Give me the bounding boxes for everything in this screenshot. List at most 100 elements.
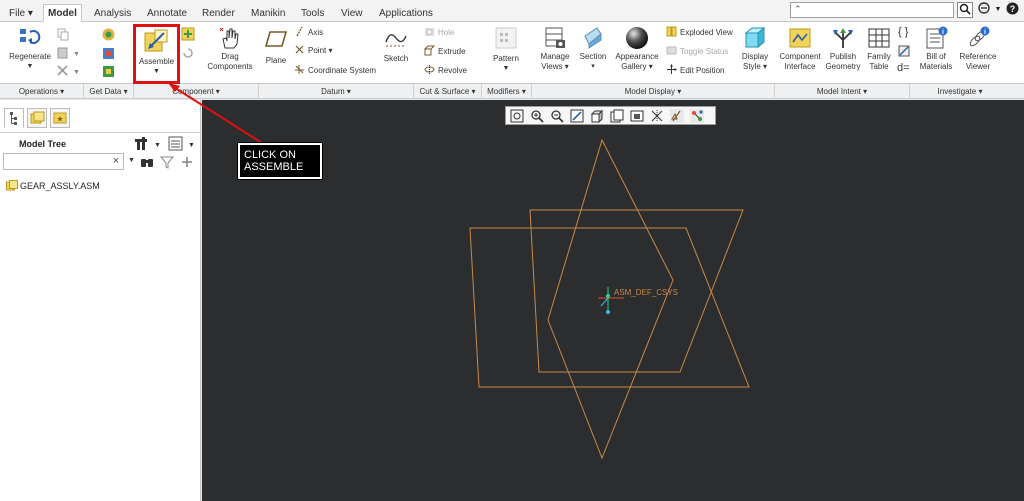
tab-tools[interactable]: Tools <box>296 4 329 22</box>
search-options-dropdown-icon[interactable]: ▼ <box>128 157 135 164</box>
view-manager-icon[interactable] <box>630 109 644 123</box>
assemble-dropdown-icon[interactable]: ▼ <box>136 67 177 77</box>
clear-icon[interactable]: × <box>113 155 119 167</box>
component-interface-icon <box>788 26 812 50</box>
copy-icon[interactable] <box>56 27 70 41</box>
repeat-icon[interactable] <box>181 46 195 60</box>
tree-item-root-assembly[interactable]: GEAR_ASSLY.ASM <box>6 180 100 191</box>
group-component[interactable]: Component ▾ <box>134 84 259 99</box>
filter-icon[interactable] <box>159 155 175 169</box>
tab-analysis[interactable]: Analysis <box>89 4 136 22</box>
model-tree-search[interactable]: × <box>3 153 124 170</box>
binoculars-icon[interactable] <box>140 155 154 169</box>
manage-views-button[interactable]: Manage Views ▾ <box>537 26 573 72</box>
paste-icon[interactable]: ▼ <box>56 46 80 60</box>
svg-text:▼: ▼ <box>73 69 80 76</box>
hand-icon <box>218 26 242 50</box>
tab-applications[interactable]: Applications <box>374 4 438 22</box>
tab-view[interactable]: View <box>336 4 368 22</box>
tab-favorites[interactable]: ★ <box>50 108 70 128</box>
callout-line-2: ASSEMBLE <box>244 161 304 173</box>
refit-icon[interactable] <box>510 109 524 123</box>
toggle-status-button[interactable]: Toggle Status <box>666 45 728 58</box>
display-style-icon[interactable] <box>590 109 604 124</box>
plane-button[interactable]: Plane <box>262 26 290 66</box>
hole-button[interactable]: Hole <box>424 26 454 39</box>
sketch-button[interactable]: Sketch <box>381 26 411 64</box>
axis-button[interactable]: Axis <box>294 26 323 39</box>
instruction-callout: CLICK ON ASSEMBLE <box>237 142 323 180</box>
group-model-display[interactable]: Model Display ▾ <box>532 84 775 99</box>
appearance-sphere-icon <box>625 26 649 50</box>
tab-annotate[interactable]: Annotate <box>142 4 192 22</box>
pattern-button[interactable]: Pattern ▼ <box>488 26 524 74</box>
help-icon[interactable]: ? <box>1004 2 1020 18</box>
tab-model[interactable]: Model <box>43 4 82 22</box>
parameters-icon[interactable]: { } <box>898 26 908 38</box>
tab-file[interactable]: File ▾ <box>4 4 38 22</box>
show-icon[interactable]: ▼ <box>134 136 161 152</box>
tab-manikin[interactable]: Manikin <box>246 4 290 22</box>
exploded-view-button[interactable]: Exploded View <box>666 26 733 39</box>
tab-render[interactable]: Render <box>197 4 240 22</box>
drag-components-label-2: Components <box>207 62 253 71</box>
family-table-button[interactable]: Family Table <box>864 26 894 72</box>
display-style-button[interactable]: Display Style ▾ <box>738 26 772 72</box>
zoom-out-icon[interactable] <box>550 109 564 123</box>
settings-menu-icon[interactable]: ▼ <box>168 136 196 152</box>
graphics-viewport[interactable]: ASM_DEF_CSYS <box>202 100 1024 501</box>
reference-viewer-button[interactable]: i Reference Viewer <box>956 26 1000 72</box>
axis-icon <box>294 26 305 37</box>
group-model-intent[interactable]: Model Intent ▾ <box>775 84 910 99</box>
group-operations[interactable]: Operations ▾ <box>0 84 84 99</box>
revolve-button[interactable]: Revolve <box>424 64 467 77</box>
switch-dimensions-icon[interactable] <box>898 45 910 61</box>
section-button[interactable]: Section ▾ <box>577 26 609 72</box>
tab-model-tree[interactable] <box>4 108 24 128</box>
regenerate-dropdown-icon[interactable]: ▼ <box>6 62 54 72</box>
group-investigate[interactable]: Investigate ▾ <box>910 84 1010 99</box>
model-tree-search-input[interactable] <box>6 155 106 169</box>
user-defined-feature-icon[interactable] <box>101 27 116 42</box>
group-cut-surface[interactable]: Cut & Surface ▾ <box>414 84 482 99</box>
group-modifiers[interactable]: Modifiers ▾ <box>482 84 532 99</box>
copy-geometry-icon[interactable] <box>101 46 116 61</box>
toggle-status-icon <box>666 45 677 56</box>
delete-icon[interactable]: ▼ <box>56 64 80 78</box>
point-button[interactable]: Point ▾ <box>294 44 332 57</box>
publish-geometry-button[interactable]: Publish Geometry <box>824 26 862 72</box>
pattern-dropdown-icon[interactable]: ▼ <box>488 64 524 74</box>
assemble-button[interactable]: Assemble ▼ <box>133 24 180 84</box>
bill-of-materials-button[interactable]: i Bill of Materials <box>917 26 955 72</box>
svg-text:▼: ▼ <box>73 51 80 58</box>
add-column-icon[interactable] <box>180 155 194 169</box>
coordinate-system-button[interactable]: Coordinate System <box>294 64 376 77</box>
regenerate-button[interactable]: Regenerate ▼ <box>6 26 54 72</box>
appearance-gallery-label-2: Gallery ▾ <box>621 62 653 71</box>
svg-text:▼: ▼ <box>188 142 195 149</box>
spin-center-icon[interactable] <box>690 109 704 123</box>
search-icon[interactable] <box>957 2 973 18</box>
command-search-input[interactable] <box>807 4 949 16</box>
zoom-in-icon[interactable] <box>530 109 544 123</box>
create-component-icon[interactable] <box>181 27 195 41</box>
repaint-icon[interactable] <box>570 109 584 123</box>
tab-folder-browser[interactable] <box>27 108 47 128</box>
collapse-ribbon-icon[interactable]: ⌃ <box>794 4 802 15</box>
edit-position-button[interactable]: Edit Position <box>666 64 724 77</box>
svg-text:★: ★ <box>56 115 63 124</box>
component-interface-button[interactable]: Component Interface <box>777 26 823 72</box>
manage-views-label-1: Manage <box>540 52 570 61</box>
appearance-gallery-button[interactable]: Appearance Gallery ▾ <box>613 26 661 72</box>
group-get-data[interactable]: Get Data ▾ <box>84 84 134 99</box>
group-datum[interactable]: Datum ▾ <box>259 84 414 99</box>
relations-icon[interactable]: d= <box>897 62 910 74</box>
saved-orientations-icon[interactable] <box>610 109 624 123</box>
extrude-button[interactable]: Extrude <box>423 45 466 58</box>
perspective-view-icon[interactable] <box>650 109 664 123</box>
drag-components-button[interactable]: Drag Components <box>204 26 256 72</box>
command-search[interactable]: ⌃ <box>790 2 954 18</box>
shrinkwrap-icon[interactable] <box>101 64 116 79</box>
datum-display-filters-icon[interactable] <box>670 109 684 123</box>
assemble-icon <box>144 29 170 55</box>
